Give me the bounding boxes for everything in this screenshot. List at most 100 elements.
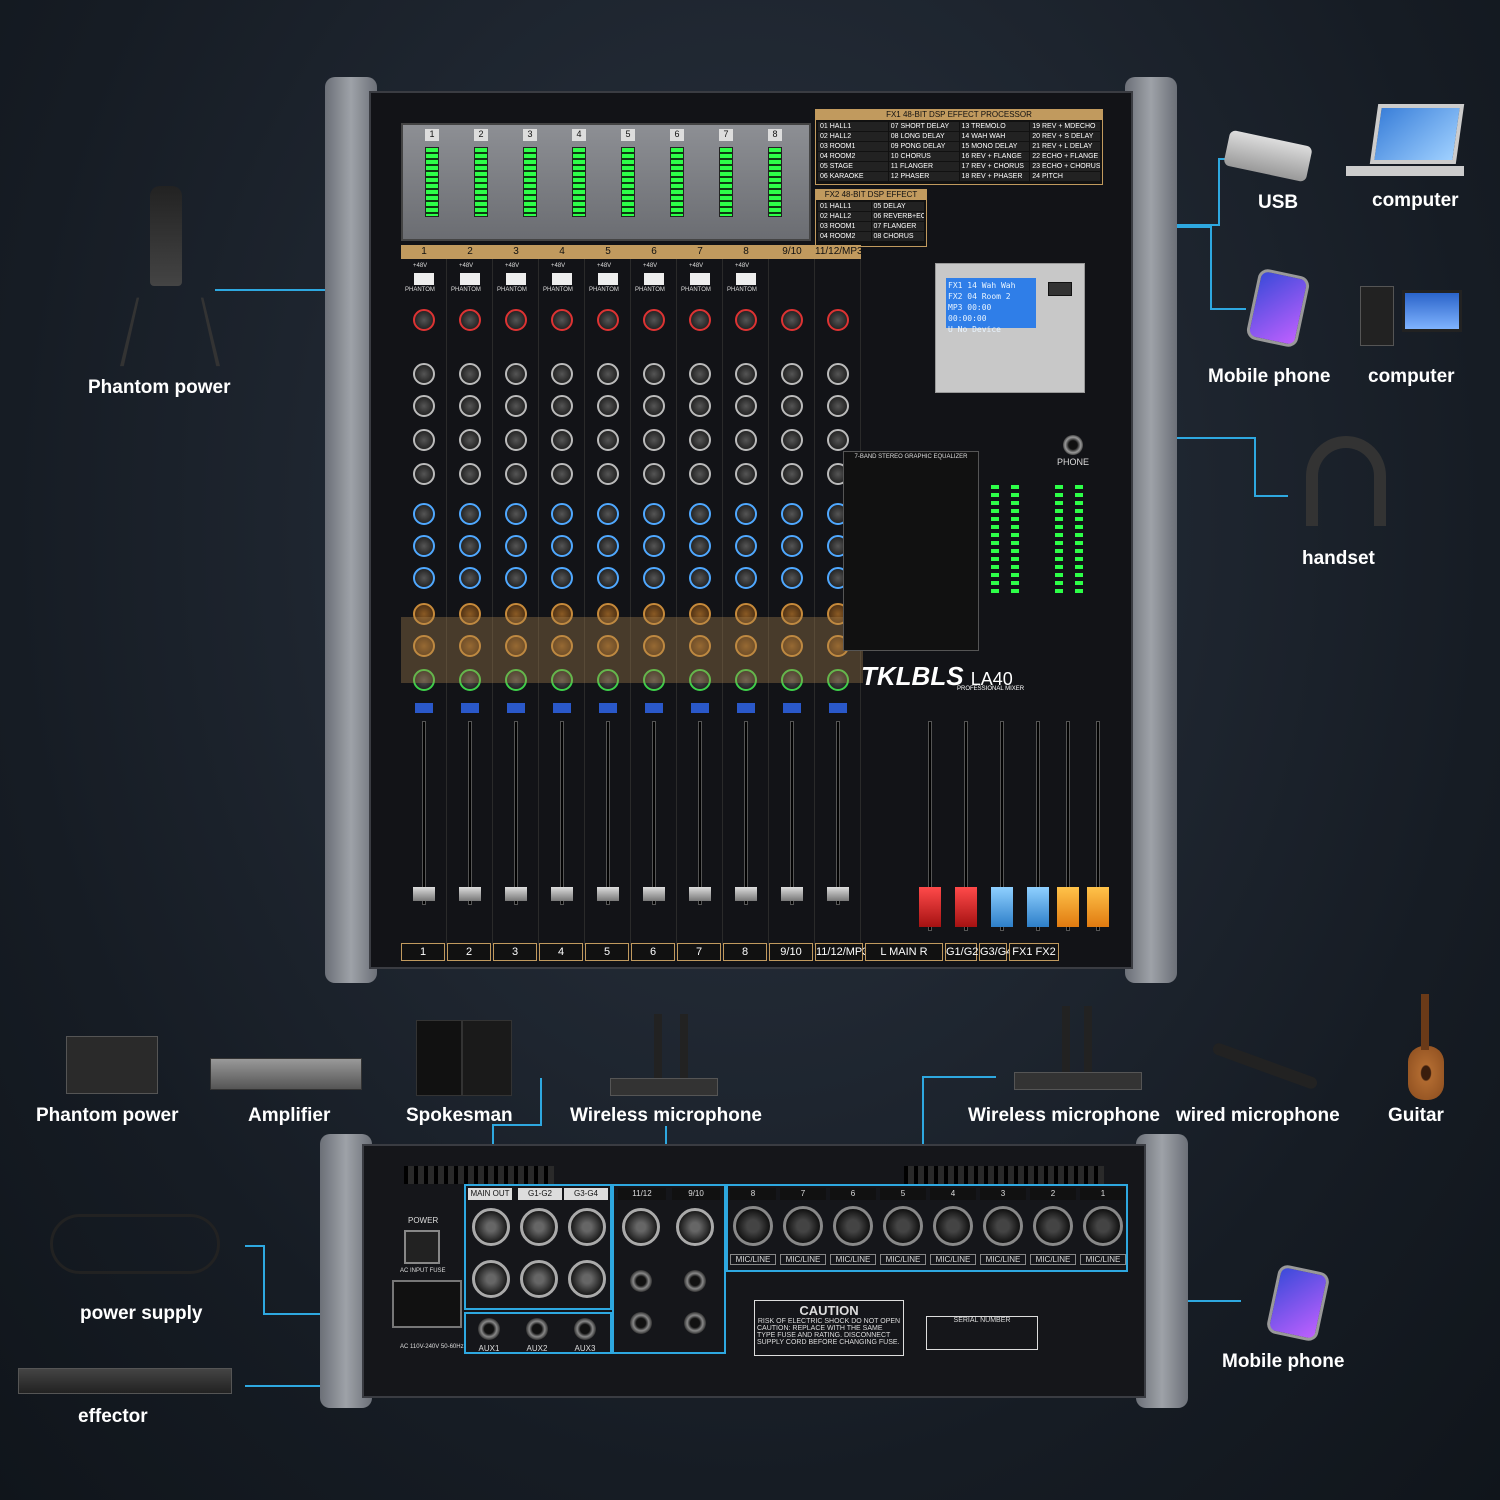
rotary-knob[interactable] <box>597 395 619 417</box>
rotary-knob[interactable] <box>551 309 573 331</box>
rotary-knob[interactable] <box>643 395 665 417</box>
mute-button[interactable] <box>553 703 571 713</box>
stereo-in-910-r-jack[interactable] <box>684 1312 706 1334</box>
rotary-knob[interactable] <box>689 309 711 331</box>
mute-button[interactable] <box>645 703 663 713</box>
rotary-knob[interactable] <box>551 429 573 451</box>
rotary-knob[interactable] <box>413 429 435 451</box>
master-fader-cap[interactable] <box>1057 887 1079 927</box>
master-fader-cap[interactable] <box>1087 887 1109 927</box>
phantom-power-button[interactable] <box>552 273 572 285</box>
phantom-power-button[interactable] <box>460 273 480 285</box>
g1-xlr[interactable] <box>520 1208 558 1246</box>
combo-input-jack[interactable] <box>1083 1206 1123 1246</box>
stereo-in-910-l-jack[interactable] <box>684 1270 706 1292</box>
rotary-knob[interactable] <box>551 567 573 589</box>
stereo-in-910-xlr[interactable] <box>676 1208 714 1246</box>
rotary-knob[interactable] <box>827 395 849 417</box>
rotary-knob[interactable] <box>597 363 619 385</box>
master-fader-cap[interactable] <box>955 887 977 927</box>
combo-input-jack[interactable] <box>833 1206 873 1246</box>
rotary-knob[interactable] <box>413 535 435 557</box>
stereo-in-1112-r-jack[interactable] <box>630 1312 652 1334</box>
rotary-knob[interactable] <box>505 535 527 557</box>
rotary-knob[interactable] <box>689 567 711 589</box>
rotary-knob[interactable] <box>689 535 711 557</box>
rotary-knob[interactable] <box>781 429 803 451</box>
combo-input-jack[interactable] <box>883 1206 923 1246</box>
mute-button[interactable] <box>737 703 755 713</box>
rotary-knob[interactable] <box>597 535 619 557</box>
aux2-jack[interactable] <box>526 1318 548 1340</box>
mute-button[interactable] <box>461 703 479 713</box>
combo-input-jack[interactable] <box>783 1206 823 1246</box>
channel-fader-cap[interactable] <box>505 887 527 901</box>
channel-fader-cap[interactable] <box>781 887 803 901</box>
rotary-knob[interactable] <box>505 395 527 417</box>
channel-fader-cap[interactable] <box>597 887 619 901</box>
rotary-knob[interactable] <box>413 567 435 589</box>
rotary-knob[interactable] <box>735 395 757 417</box>
rotary-knob[interactable] <box>643 567 665 589</box>
rotary-knob[interactable] <box>781 535 803 557</box>
rotary-knob[interactable] <box>413 309 435 331</box>
g4-xlr[interactable] <box>568 1260 606 1298</box>
phantom-power-button[interactable] <box>506 273 526 285</box>
rotary-knob[interactable] <box>781 395 803 417</box>
rotary-knob[interactable] <box>597 463 619 485</box>
rotary-knob[interactable] <box>459 567 481 589</box>
rotary-knob[interactable] <box>551 395 573 417</box>
phantom-power-button[interactable] <box>736 273 756 285</box>
mute-button[interactable] <box>783 703 801 713</box>
phone-jack[interactable] <box>1063 435 1083 455</box>
aux3-jack[interactable] <box>574 1318 596 1340</box>
aux1-jack[interactable] <box>478 1318 500 1340</box>
rotary-knob[interactable] <box>597 503 619 525</box>
mute-button[interactable] <box>415 703 433 713</box>
mute-button[interactable] <box>507 703 525 713</box>
rotary-knob[interactable] <box>459 363 481 385</box>
rotary-knob[interactable] <box>413 395 435 417</box>
rotary-knob[interactable] <box>505 363 527 385</box>
channel-fader-cap[interactable] <box>459 887 481 901</box>
rotary-knob[interactable] <box>643 363 665 385</box>
combo-input-jack[interactable] <box>933 1206 973 1246</box>
rotary-knob[interactable] <box>781 503 803 525</box>
rotary-knob[interactable] <box>597 309 619 331</box>
mute-button[interactable] <box>691 703 709 713</box>
rotary-knob[interactable] <box>643 309 665 331</box>
rotary-knob[interactable] <box>459 395 481 417</box>
combo-input-jack[interactable] <box>983 1206 1023 1246</box>
rotary-knob[interactable] <box>459 535 481 557</box>
rotary-knob[interactable] <box>781 567 803 589</box>
ac-power-socket[interactable] <box>392 1280 462 1328</box>
rotary-knob[interactable] <box>735 503 757 525</box>
phantom-power-button[interactable] <box>644 273 664 285</box>
rotary-knob[interactable] <box>413 463 435 485</box>
rotary-knob[interactable] <box>551 463 573 485</box>
rotary-knob[interactable] <box>735 535 757 557</box>
rotary-knob[interactable] <box>505 429 527 451</box>
rotary-knob[interactable] <box>505 463 527 485</box>
rotary-knob[interactable] <box>551 535 573 557</box>
channel-fader-cap[interactable] <box>413 887 435 901</box>
main-out-l-xlr[interactable] <box>472 1208 510 1246</box>
mute-button[interactable] <box>829 703 847 713</box>
rotary-knob[interactable] <box>735 363 757 385</box>
rotary-knob[interactable] <box>689 363 711 385</box>
rotary-knob[interactable] <box>643 429 665 451</box>
channel-fader-cap[interactable] <box>551 887 573 901</box>
power-switch[interactable] <box>404 1230 440 1264</box>
master-fader-cap[interactable] <box>1027 887 1049 927</box>
stereo-in-1112-xlr[interactable] <box>622 1208 660 1246</box>
phantom-power-button[interactable] <box>414 273 434 285</box>
g2-xlr[interactable] <box>520 1260 558 1298</box>
rotary-knob[interactable] <box>689 503 711 525</box>
rotary-knob[interactable] <box>735 463 757 485</box>
channel-fader-cap[interactable] <box>827 887 849 901</box>
main-out-r-xlr[interactable] <box>472 1260 510 1298</box>
rotary-knob[interactable] <box>459 429 481 451</box>
combo-input-jack[interactable] <box>1033 1206 1073 1246</box>
rotary-knob[interactable] <box>597 567 619 589</box>
rotary-knob[interactable] <box>551 503 573 525</box>
